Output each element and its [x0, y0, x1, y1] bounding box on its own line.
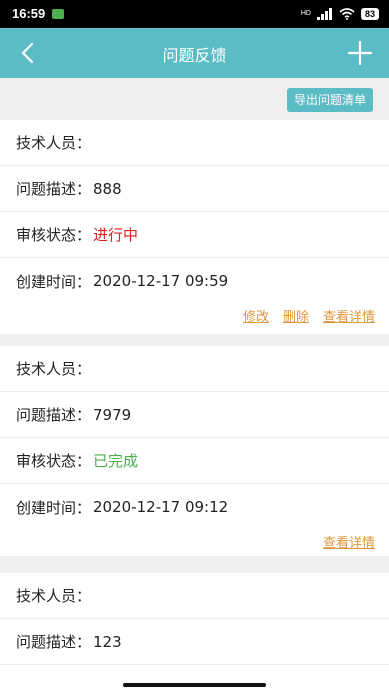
signal-icon: [316, 8, 332, 20]
home-indicator[interactable]: [123, 683, 266, 687]
technician-label: 技术人员：: [16, 134, 92, 152]
description-row: 问题描述： 123: [0, 619, 389, 665]
issue-card: 技术人员： 问题描述： 888 审核状态： 进行中 创建时间： 2020-12-…: [0, 120, 389, 334]
status-bar: 16:59 HD 83: [0, 0, 389, 28]
delete-link[interactable]: 删除: [283, 306, 309, 325]
created-time-label: 创建时间：: [16, 272, 92, 291]
battery-level: 83: [360, 8, 379, 20]
technician-row: 技术人员：: [0, 120, 389, 166]
edit-link[interactable]: 修改: [243, 306, 269, 325]
technician-row: 技术人员：: [0, 346, 389, 392]
created-time-value: 2020-12-17 09:12: [93, 498, 229, 516]
issue-card: 技术人员： 问题描述： 123: [0, 573, 389, 691]
page-title: 问题反馈: [162, 46, 227, 65]
created-time-label: 创建时间：: [16, 498, 92, 517]
technician-row: 技术人员：: [0, 573, 389, 619]
toolbar: 导出问题清单: [0, 78, 389, 120]
description-label: 问题描述：: [16, 180, 92, 198]
description-row: 问题描述： 7979: [0, 392, 389, 438]
created-time-row: 创建时间： 2020-12-17 09:59: [0, 258, 389, 304]
export-issues-button[interactable]: 导出问题清单: [286, 88, 373, 112]
status-time: 16:59: [12, 6, 46, 21]
technician-label: 技术人员：: [16, 360, 92, 378]
signal-type-label: HD: [300, 10, 311, 17]
status-indicators: HD 83: [301, 6, 379, 22]
notification-icon: [52, 9, 64, 19]
review-status-label: 审核状态：: [16, 226, 92, 244]
plus-icon[interactable]: [347, 40, 373, 66]
technician-label: 技术人员：: [16, 587, 92, 605]
card-actions: 查看详情: [323, 532, 375, 551]
created-time-row: 创建时间： 2020-12-17 09:12: [0, 484, 389, 530]
view-details-link[interactable]: 查看详情: [323, 306, 375, 325]
description-value: 123: [93, 632, 122, 651]
wifi-icon: [339, 8, 355, 20]
description-row: 问题描述： 888: [0, 166, 389, 212]
description-value: 7979: [93, 405, 132, 424]
review-status-row: 审核状态： 已完成: [0, 438, 389, 484]
review-status-value: 进行中: [93, 226, 139, 244]
view-details-link[interactable]: 查看详情: [323, 532, 375, 551]
nav-bar: 问题反馈: [0, 28, 389, 78]
description-value: 888: [93, 179, 122, 198]
description-label: 问题描述：: [16, 633, 92, 651]
created-time-value: 2020-12-17 09:59: [93, 272, 229, 290]
review-status-row: 审核状态： 进行中: [0, 212, 389, 258]
review-status-label: 审核状态：: [16, 452, 92, 470]
issue-card: 技术人员： 问题描述： 7979 审核状态： 已完成 创建时间： 2020-12…: [0, 346, 389, 556]
description-label: 问题描述：: [16, 406, 92, 424]
card-actions: 修改 删除 查看详情: [243, 306, 375, 325]
review-status-value: 已完成: [93, 452, 139, 470]
